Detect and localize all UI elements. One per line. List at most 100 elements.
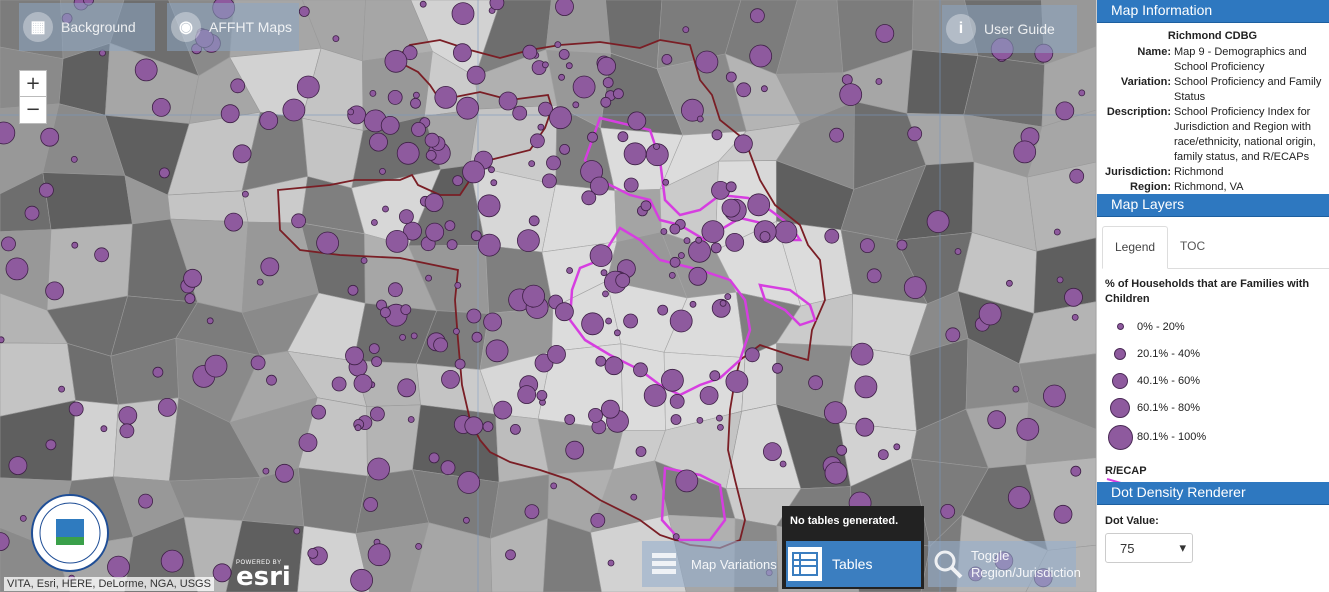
map-dot	[590, 513, 606, 528]
map-dot	[761, 85, 768, 93]
census-tract	[963, 55, 1045, 128]
background-button[interactable]: ▦ Background	[19, 3, 155, 51]
map-dot	[945, 327, 961, 343]
map-dot	[734, 134, 753, 154]
map-dot	[138, 493, 154, 509]
map-dot	[296, 75, 320, 99]
map-dot	[524, 504, 540, 520]
map-dot	[5, 257, 29, 281]
map-dot	[1012, 385, 1020, 393]
map-dot	[601, 399, 620, 419]
map-dot	[907, 126, 923, 142]
map-dot	[367, 457, 391, 481]
dot-value-select[interactable]: 75 ▾	[1105, 533, 1193, 563]
basemap-icon: ▦	[23, 12, 53, 42]
map-dot	[662, 178, 670, 186]
map-dot	[669, 223, 681, 235]
map-dot	[419, 0, 427, 8]
table-icon	[788, 547, 822, 581]
map-dot	[1070, 465, 1082, 477]
map-dot	[587, 131, 598, 143]
zoom-out-button[interactable]: −	[19, 96, 47, 124]
map-dot	[347, 284, 359, 296]
map-dot	[600, 96, 612, 108]
map-dot	[808, 375, 823, 391]
map-dot	[371, 356, 383, 368]
map-dot	[183, 268, 203, 288]
legend-dot-0	[1116, 323, 1124, 330]
affht-maps-label: AFFHT Maps	[209, 19, 292, 35]
map-dot	[490, 179, 498, 187]
map-dot	[635, 446, 647, 457]
map-dot	[282, 98, 306, 122]
map-dot	[100, 425, 108, 433]
user-guide-button[interactable]: i User Guide	[942, 5, 1077, 53]
map-dot	[604, 356, 624, 376]
dot-density-header[interactable]: Dot Density Renderer	[1097, 482, 1329, 505]
map-dot	[841, 74, 853, 85]
map-dot	[719, 299, 727, 307]
map-information-header[interactable]: Map Information	[1097, 0, 1329, 23]
map-layers-header[interactable]: Map Layers	[1097, 194, 1329, 217]
tab-legend[interactable]: Legend	[1102, 226, 1169, 269]
affht-maps-button[interactable]: ◉ AFFHT Maps	[167, 3, 299, 51]
map-dot	[70, 155, 78, 163]
map-dot	[452, 43, 472, 63]
map-dot	[446, 239, 458, 251]
map-dot	[600, 269, 608, 277]
map-dot	[350, 568, 374, 592]
map-dot	[466, 65, 486, 85]
map-dot	[262, 467, 270, 475]
map-dot	[332, 35, 340, 42]
legend-dot-3	[1110, 397, 1130, 418]
map-dot	[566, 267, 573, 274]
map-dot	[488, 166, 495, 174]
map-dot	[1064, 287, 1083, 307]
map-dot	[454, 358, 466, 370]
map-dot	[774, 220, 798, 244]
tables-button[interactable]: Tables	[786, 541, 921, 587]
map-dot	[850, 342, 874, 366]
map-dot	[220, 104, 240, 124]
map-dot	[1013, 140, 1037, 164]
map-dot	[360, 257, 368, 264]
map-dot	[725, 71, 737, 83]
zoom-in-button[interactable]: +	[19, 70, 47, 98]
map-dot	[670, 414, 682, 425]
map-dot	[385, 229, 409, 253]
map-dot	[572, 75, 596, 99]
map-dot	[721, 198, 741, 218]
map-dot	[668, 271, 676, 279]
map-dot	[613, 88, 624, 100]
map-dot	[462, 516, 470, 524]
map-dot	[657, 304, 669, 316]
map-dot	[425, 149, 437, 161]
map-dot	[485, 339, 509, 363]
map-dot	[434, 86, 458, 109]
map-dot	[627, 111, 647, 131]
map-dot	[307, 548, 319, 559]
user-guide-label: User Guide	[984, 21, 1055, 37]
map-dot	[353, 373, 373, 393]
map-dot	[605, 317, 612, 325]
map-dot	[772, 362, 783, 374]
map-dot	[855, 417, 875, 437]
map-dot	[549, 106, 572, 130]
map-dot	[824, 461, 848, 485]
legend-dot-4	[1107, 424, 1133, 450]
map-dot	[345, 346, 364, 366]
map-dot	[695, 50, 719, 74]
map-dot	[517, 229, 540, 253]
map-dot	[250, 355, 266, 371]
tab-toc[interactable]: TOC	[1168, 226, 1217, 268]
map-dot	[0, 336, 5, 344]
map-dot	[653, 143, 660, 150]
map-dot	[903, 276, 927, 300]
map-dot	[660, 228, 668, 235]
map-canvas[interactable]: ▦ Background ◉ AFFHT Maps i User Guide +…	[0, 0, 1096, 592]
map-variations-button[interactable]: Map Variations	[642, 541, 777, 587]
map-dot	[158, 167, 170, 179]
toggle-region-button[interactable]: Toggle Region/Jurisdiction	[928, 541, 1081, 587]
map-dot	[118, 406, 138, 426]
map-dot	[379, 167, 386, 175]
